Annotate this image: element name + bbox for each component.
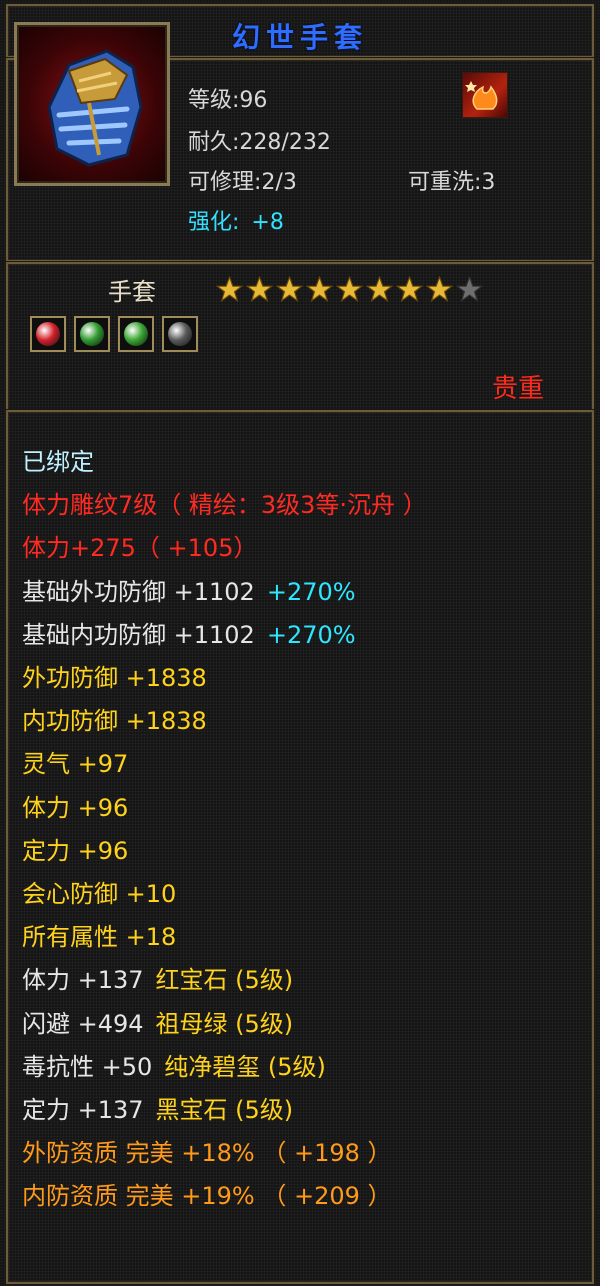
attribute-extra: +270% — [266, 577, 356, 606]
green-gem-icon — [80, 322, 104, 346]
attribute-extra: 祖母绿 (5级) — [155, 1009, 294, 1038]
attribute-text: 内功防御 +1838 — [22, 707, 207, 736]
rewash-stat: 可重洗:3 — [408, 164, 495, 196]
attribute-line: 灵气 +97 — [22, 744, 128, 779]
rewash-value: 3 — [481, 170, 496, 195]
item-type-label: 手套 — [108, 278, 156, 306]
attribute-text: 已绑定 — [22, 448, 94, 476]
empty-star-icon — [456, 276, 483, 303]
attribute-text: 体力雕纹7级（ 精绘：3级3等·沉舟 ） — [22, 491, 427, 520]
repair-value: 2/3 — [261, 170, 297, 195]
level-stat: 等级:96 — [188, 82, 267, 114]
attribute-text: 基础外功防御 +1102 — [22, 577, 255, 606]
filled-star-icon — [426, 276, 453, 303]
gem-slot[interactable] — [30, 316, 66, 352]
attribute-text: 体力 +96 — [22, 793, 129, 822]
attribute-line: 基础外功防御 +1102 +270% — [22, 572, 356, 607]
attribute-text: 灵气 +97 — [22, 750, 129, 779]
green-gem-icon — [124, 322, 148, 346]
rewash-label: 可重洗: — [408, 170, 482, 195]
attribute-line: 所有属性 +18 — [22, 917, 176, 952]
level-value: 96 — [239, 88, 268, 113]
star-rating — [216, 276, 483, 304]
gauntlet-icon — [47, 49, 143, 167]
durability-label: 耐久: — [188, 130, 240, 155]
level-label: 等级: — [188, 88, 240, 113]
black-gem-icon — [168, 322, 192, 346]
filled-star-icon — [216, 276, 243, 303]
enhance-stat: 强化: +8 — [188, 204, 284, 236]
item-icon-frame[interactable] — [14, 22, 170, 186]
attribute-text: 所有属性 +18 — [22, 923, 177, 952]
attribute-line: 体力 +137 红宝石 (5级) — [22, 960, 293, 995]
enhance-label: 强化: — [188, 210, 240, 235]
attribute-text: 闪避 +494 — [22, 1009, 144, 1038]
attribute-text: 定力 +137 — [22, 1096, 144, 1124]
attribute-text: 毒抗性 +50 — [22, 1052, 153, 1081]
attribute-extra: 红宝石 (5级) — [155, 966, 294, 995]
attribute-text: 体力 +137 — [22, 966, 144, 995]
attribute-text: 体力+275（ +105） — [22, 534, 258, 563]
attribute-text: 外防资质 完美 +18% （ +198 ） — [22, 1139, 392, 1168]
attribute-line: 定力 +96 — [22, 831, 128, 866]
filled-star-icon — [306, 276, 333, 303]
attribute-text: 内防资质 完美 +19% （ +209 ） — [22, 1182, 392, 1211]
enhance-value: +8 — [251, 210, 284, 235]
attribute-extra: 纯净碧玺 (5级) — [164, 1052, 326, 1081]
red-gem-icon — [36, 322, 60, 346]
attribute-line: 基础内功防御 +1102 +270% — [22, 615, 356, 650]
gem-slot[interactable] — [74, 316, 110, 352]
attribute-text: 会心防御 +10 — [22, 880, 177, 908]
attribute-line: 会心防御 +10 — [22, 874, 176, 909]
flame-icon — [465, 81, 498, 110]
attribute-text: 定力 +96 — [22, 836, 129, 865]
attribute-line: 体力+275（ +105） — [22, 528, 257, 563]
flame-buff-icon[interactable] — [462, 72, 508, 118]
attribute-line: 闪避 +494 祖母绿 (5级) — [22, 1004, 293, 1039]
attribute-line: 内功防御 +1838 — [22, 701, 207, 736]
filled-star-icon — [336, 276, 363, 303]
durability-value: 228/232 — [239, 130, 331, 155]
attribute-extra: 黑宝石 (5级) — [155, 1096, 294, 1124]
gem-slot[interactable] — [118, 316, 154, 352]
attribute-text: 外功防御 +1838 — [22, 664, 207, 692]
attribute-line: 体力雕纹7级（ 精绘：3级3等·沉舟 ） — [22, 485, 427, 520]
attribute-line: 毒抗性 +50 纯净碧玺 (5级) — [22, 1047, 326, 1082]
attribute-line: 外功防御 +1838 — [22, 658, 207, 693]
attribute-extra: +270% — [266, 620, 356, 649]
repair-stat: 可修理:2/3 — [188, 164, 297, 196]
repair-label: 可修理: — [188, 170, 262, 195]
attribute-line: 外防资质 完美 +18% （ +198 ） — [22, 1133, 392, 1168]
attribute-line: 体力 +96 — [22, 788, 128, 823]
gem-slots — [30, 316, 198, 352]
rarity-label: 贵重 — [492, 374, 545, 404]
attribute-line: 已绑定 — [22, 442, 94, 477]
durability-stat: 耐久:228/232 — [188, 124, 331, 156]
attribute-line: 内防资质 完美 +19% （ +209 ） — [22, 1176, 392, 1211]
filled-star-icon — [276, 276, 303, 303]
gem-slot[interactable] — [162, 316, 198, 352]
attribute-text: 基础内功防御 +1102 — [22, 620, 255, 649]
filled-star-icon — [366, 276, 393, 303]
filled-star-icon — [246, 276, 273, 303]
attribute-line: 定力 +137 黑宝石 (5级) — [22, 1090, 293, 1125]
filled-star-icon — [396, 276, 423, 303]
